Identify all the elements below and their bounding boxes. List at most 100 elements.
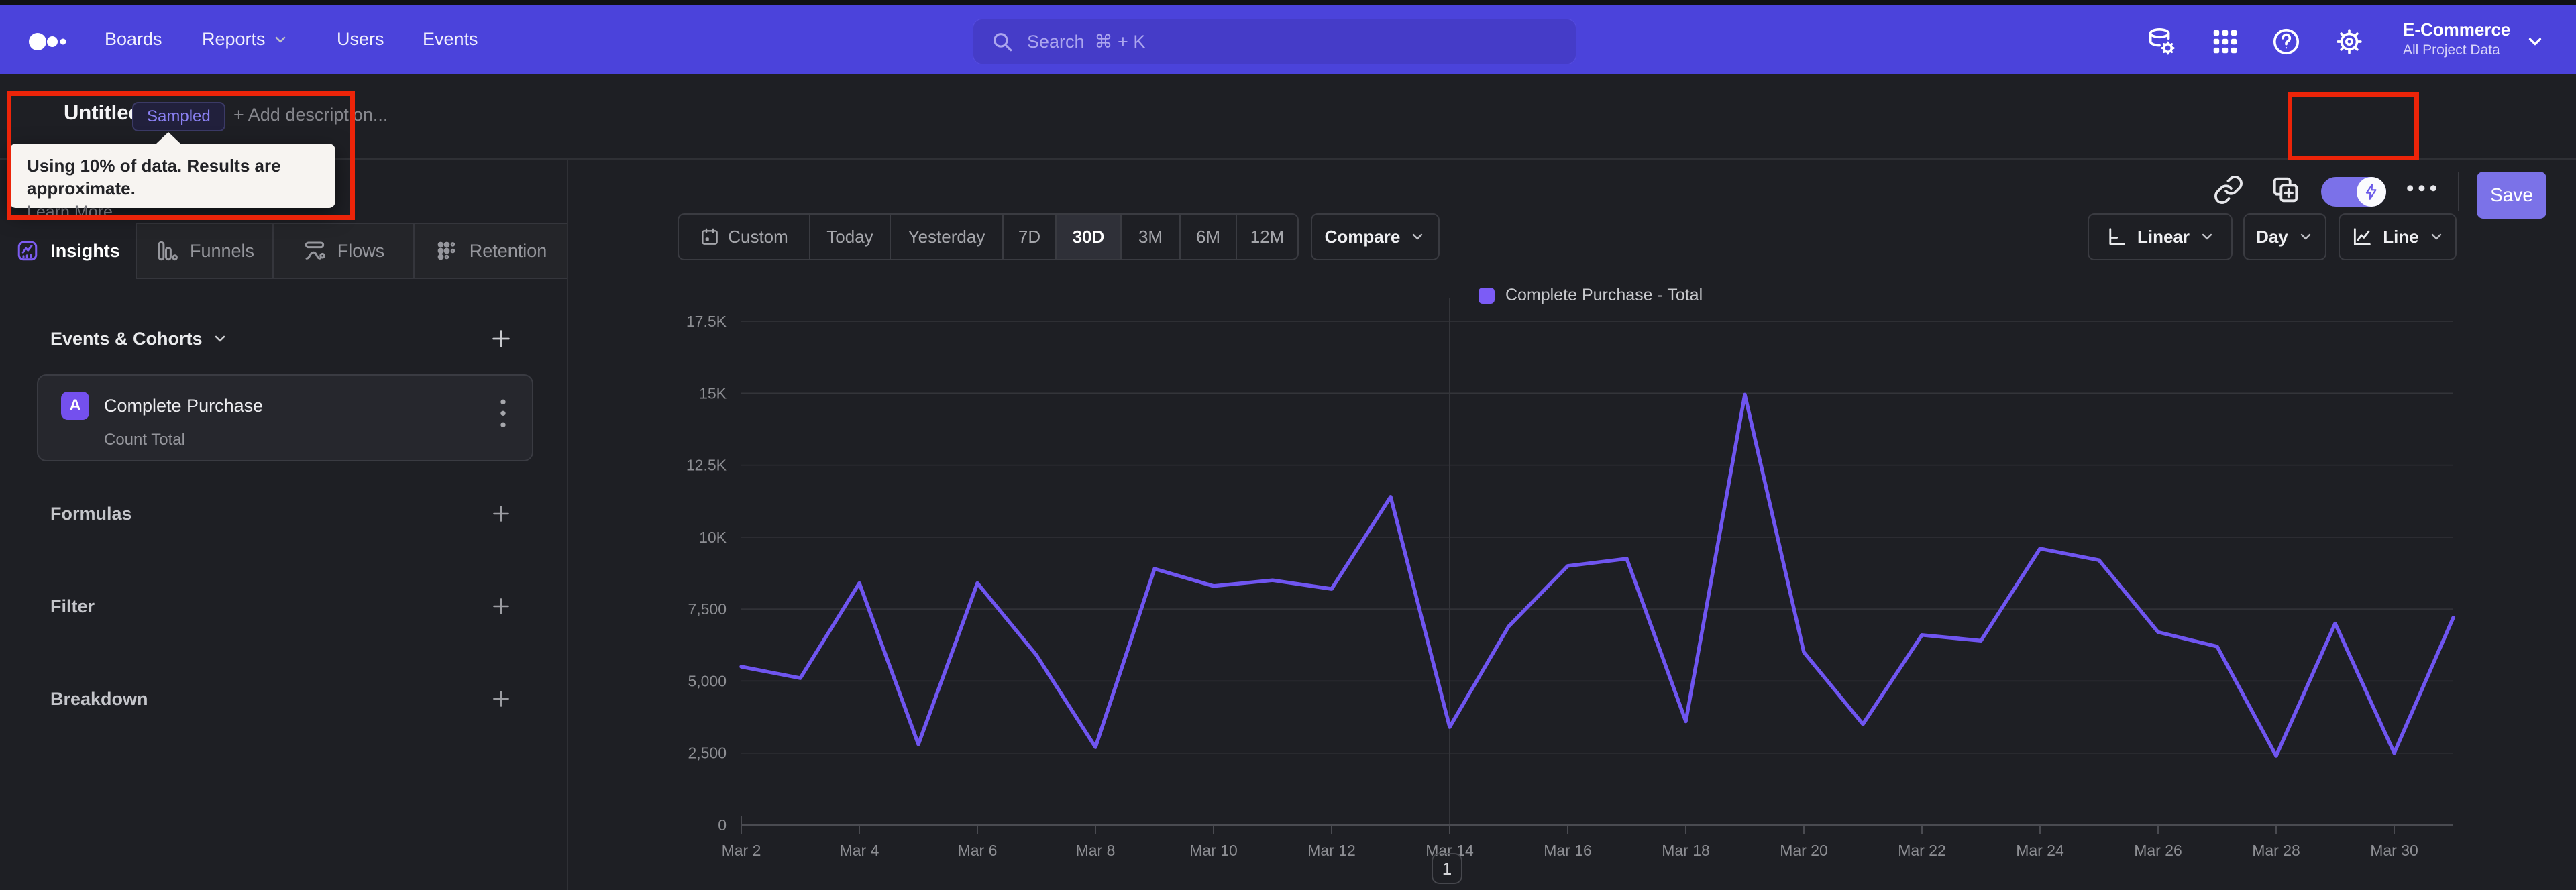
project-scope: All Project Data	[2403, 42, 2500, 58]
x-axis-label: Mar 18	[1662, 842, 1710, 859]
x-axis-label: Mar 24	[2016, 842, 2064, 859]
compare-label: Compare	[1324, 226, 1401, 247]
add-breakdown-button[interactable]	[484, 682, 518, 716]
event-name: Complete Purchase	[104, 396, 264, 416]
add-formula-button[interactable]	[484, 497, 518, 531]
chevron-down-icon	[2202, 233, 2212, 240]
range-custom-button[interactable]: Custom	[679, 215, 809, 259]
x-axis-label: Mar 28	[2252, 842, 2300, 859]
range-today-button[interactable]: Today	[809, 215, 890, 259]
scale-dropdown[interactable]: Linear	[2088, 213, 2233, 260]
report-tab-bar: Insights Funnels Flows Retention	[0, 223, 567, 279]
chevron-down-icon	[1413, 233, 1423, 240]
report-header: Untitled Sampled + Add description... Sa…	[0, 74, 2576, 219]
lightning-icon	[2365, 184, 2377, 200]
section-label: Filter	[50, 596, 95, 616]
events-cohorts-header[interactable]: Events & Cohorts	[50, 322, 228, 355]
more-options-button[interactable]	[2404, 174, 2439, 205]
event-metric[interactable]: Count Total	[104, 431, 185, 449]
retention-icon	[437, 241, 455, 260]
x-axis-label: Mar 20	[1780, 842, 1828, 859]
interval-label: Day	[2256, 226, 2288, 247]
event-options-button[interactable]	[492, 394, 515, 428]
tooltip-arrow	[156, 132, 181, 144]
nav-item-events[interactable]: Events	[423, 5, 478, 74]
range-30d-button[interactable]: 30D	[1055, 215, 1120, 259]
events-cohorts-label: Events & Cohorts	[50, 328, 203, 349]
linear-axis-icon	[2109, 228, 2125, 245]
x-axis-label: Mar 10	[1189, 842, 1238, 859]
project-selector[interactable]: E-Commerce All Project Data	[2403, 18, 2510, 60]
learn-more-link[interactable]: Learn More	[27, 203, 113, 222]
y-axis-label: 17.5K	[686, 313, 727, 330]
range-6m-button[interactable]: 6M	[1179, 215, 1236, 259]
section-formulas: Formulas	[50, 496, 132, 531]
line-chart[interactable]: 0 2,500 5,000 7,500 10K 12.5K 15K 17.5K Mar 2 Mar…	[567, 282, 2576, 890]
add-event-button[interactable]	[484, 322, 518, 355]
toggle-knob	[2357, 177, 2386, 207]
tab-label: Funnels	[189, 240, 255, 261]
event-letter-badge: A	[61, 392, 89, 420]
apps-grid-icon[interactable]	[2210, 26, 2241, 57]
y-axis-label: 7,500	[688, 600, 727, 618]
range-label: 12M	[1250, 226, 1285, 247]
tab-funnels[interactable]: Funnels	[136, 223, 272, 279]
copy-link-icon[interactable]	[2213, 174, 2244, 205]
section-label: Formulas	[50, 503, 132, 524]
sampled-badge-label: Sampled	[147, 107, 211, 125]
mixpanel-logo-icon[interactable]	[28, 30, 75, 53]
x-axis-label: Mar 26	[2134, 842, 2182, 859]
project-chevron-down-icon[interactable]	[2525, 32, 2545, 52]
plus-icon	[492, 330, 510, 347]
save-button[interactable]: Save	[2477, 172, 2546, 219]
nav-item-reports[interactable]: Reports	[202, 5, 288, 74]
tab-retention[interactable]: Retention	[413, 223, 567, 279]
copy-to-board-icon[interactable]	[2270, 174, 2301, 205]
sampled-badge[interactable]: Sampled	[132, 102, 225, 131]
range-12m-button[interactable]: 12M	[1236, 215, 1297, 259]
help-icon[interactable]	[2271, 26, 2302, 57]
search-input[interactable]: Search ⌘ + K	[973, 19, 1576, 64]
compare-dropdown[interactable]: Compare	[1311, 213, 1440, 260]
nav-item-boards[interactable]: Boards	[105, 5, 162, 74]
chevron-down-icon	[2431, 233, 2441, 240]
project-name: E-Commerce	[2403, 19, 2511, 40]
data-management-icon[interactable]	[2146, 26, 2177, 57]
y-axis-label: 15K	[699, 384, 727, 402]
pagination-page-1[interactable]: 1	[1432, 853, 1462, 884]
plus-icon	[493, 506, 509, 522]
interval-dropdown[interactable]: Day	[2243, 213, 2326, 260]
tab-label: Insights	[50, 240, 120, 261]
add-filter-button[interactable]	[484, 590, 518, 623]
sampling-toggle[interactable]	[2321, 177, 2386, 207]
range-label: 6M	[1195, 226, 1221, 247]
add-description-field[interactable]: + Add description...	[233, 105, 388, 125]
section-breakdown: Breakdown	[50, 681, 148, 716]
range-label: Custom	[728, 226, 788, 247]
chevron-down-icon	[215, 335, 225, 342]
range-label: 7D	[1018, 226, 1041, 247]
plus-icon	[493, 598, 509, 614]
series-line[interactable]	[739, 392, 2455, 758]
range-label: Today	[826, 226, 873, 247]
tab-flows[interactable]: Flows	[272, 223, 413, 279]
y-axis-label: 10K	[699, 529, 727, 546]
chart-type-dropdown[interactable]: Line	[2339, 213, 2457, 260]
nav-item-label: Reports	[202, 29, 266, 49]
ellipsis-icon	[2407, 185, 2436, 192]
window-top-strip	[0, 0, 2576, 5]
nav-item-users[interactable]: Users	[337, 5, 384, 74]
range-7d-button[interactable]: 7D	[1002, 215, 1055, 259]
report-title[interactable]: Untitled	[64, 101, 141, 125]
range-yesterday-button[interactable]: Yesterday	[890, 215, 1002, 259]
tab-insights[interactable]: Insights	[0, 223, 136, 279]
range-3m-button[interactable]: 3M	[1120, 215, 1179, 259]
y-axis-label: 5,000	[688, 672, 727, 689]
plus-icon	[493, 691, 509, 707]
nav-item-label: Boards	[105, 29, 162, 49]
settings-gear-icon[interactable]	[2334, 26, 2365, 57]
mixpanel-insights-screen: Boards Reports Users Events Search ⌘ + K	[0, 0, 2576, 890]
page-number: 1	[1442, 858, 1452, 879]
event-row-complete-purchase[interactable]: A Complete Purchase Count Total	[37, 374, 533, 461]
scale-label: Linear	[2137, 226, 2190, 247]
